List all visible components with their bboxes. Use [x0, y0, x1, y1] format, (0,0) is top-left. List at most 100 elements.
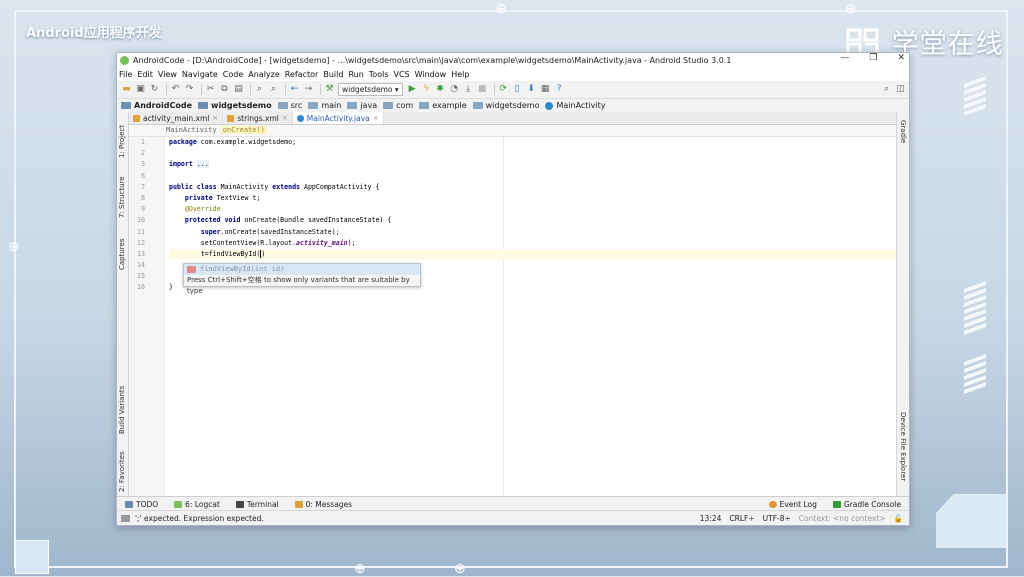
profile-icon[interactable]: ◔ — [449, 84, 460, 95]
java-class-icon — [296, 114, 304, 122]
code-line: 11 super.onCreate(savedInstanceState); — [137, 227, 340, 236]
title-bar: AndroidCode - [D:\AndroidCode] - [widget… — [117, 53, 909, 68]
tab-strings-xml[interactable]: strings.xml × — [223, 112, 293, 124]
tool-tab-project[interactable]: 1: Project — [117, 118, 128, 158]
code-area[interactable]: 1 package com.example.widgetsdemo; 2 3 imp… — [137, 137, 897, 497]
menu-refactor[interactable]: Refactor — [285, 70, 319, 79]
search-everywhere-icon[interactable]: ⌕ — [881, 84, 892, 95]
completion-item[interactable]: findViewById(int id) — [184, 264, 420, 275]
paste-icon[interactable]: ▤ — [233, 84, 244, 95]
toolbar-divider — [250, 84, 251, 95]
copy-icon[interactable]: ⧉ — [219, 84, 230, 95]
close-tab-icon[interactable]: × — [212, 114, 218, 122]
code-editor[interactable]: MainActivity onCreate() 1 package com.exa… — [129, 125, 897, 497]
save-icon[interactable]: ▣ — [135, 84, 146, 95]
help-icon[interactable]: ? — [554, 84, 565, 95]
project-structure-icon[interactable]: ▦ — [540, 84, 551, 95]
breadcrumb-method[interactable]: onCreate() — [220, 126, 267, 134]
tool-tab-structure[interactable]: 7: Structure — [117, 168, 128, 218]
cut-icon[interactable]: ✂ — [205, 84, 216, 95]
breadcrumb-item[interactable]: java — [347, 101, 377, 110]
attach-debugger-icon[interactable]: ⤓ — [463, 84, 474, 95]
tool-tab-device-file-explorer[interactable]: Device File Explorer — [897, 412, 909, 492]
menu-bar: File Edit View Navigate Code Analyze Ref… — [117, 68, 909, 81]
deco-square — [15, 540, 49, 574]
lock-icon[interactable]: 🔓 — [894, 514, 903, 523]
sync-icon[interactable]: ↻ — [149, 84, 160, 95]
menu-build[interactable]: Build — [323, 70, 343, 79]
menu-vcs[interactable]: VCS — [394, 70, 410, 79]
menu-analyze[interactable]: Analyze — [248, 70, 280, 79]
menu-edit[interactable]: Edit — [137, 70, 153, 79]
file-encoding[interactable]: UTF-8÷ — [763, 514, 791, 523]
menu-code[interactable]: Code — [223, 70, 243, 79]
breadcrumb-item[interactable]: src — [277, 101, 302, 110]
breadcrumb-item[interactable]: MainActivity — [545, 101, 605, 110]
close-tab-icon[interactable]: × — [373, 114, 379, 122]
line-separator[interactable]: CRLF÷ — [729, 514, 754, 523]
class-icon — [545, 101, 554, 110]
menu-view[interactable]: View — [158, 70, 177, 79]
tool-tab-gradle[interactable]: Gradle — [897, 120, 909, 160]
tool-tab-build-variants[interactable]: Build Variants — [117, 374, 128, 434]
breadcrumb-item[interactable]: com — [383, 101, 413, 110]
breadcrumb-class[interactable]: MainActivity — [166, 126, 217, 134]
forward-icon[interactable]: → — [303, 84, 314, 95]
code-line: 8 private TextView t; — [141, 193, 261, 202]
stop-icon[interactable]: ■ — [477, 84, 488, 95]
tool-tab-favorites[interactable]: 2: Favorites — [117, 442, 128, 492]
avd-manager-icon[interactable]: ▯ — [512, 84, 523, 95]
folder-icon — [472, 102, 483, 109]
replace-icon[interactable]: ⌕ — [268, 84, 279, 95]
menu-navigate[interactable]: Navigate — [182, 70, 218, 79]
find-icon[interactable]: ⌕ — [254, 84, 265, 95]
run-config-select[interactable]: widgetsdemo ▾ — [338, 83, 403, 96]
frame-right — [1006, 10, 1008, 568]
xml-file-icon — [133, 114, 140, 122]
breadcrumb-item[interactable]: widgetsdemo — [472, 101, 539, 110]
tool-logcat[interactable]: 6: Logcat — [174, 500, 220, 509]
breadcrumb-item[interactable]: main — [308, 101, 341, 110]
menu-tools[interactable]: Tools — [369, 70, 389, 79]
debug-icon[interactable]: ✱ — [435, 84, 446, 95]
close-tab-icon[interactable]: × — [282, 114, 288, 122]
run-icon[interactable]: ▶ — [407, 84, 418, 95]
open-folder-icon[interactable]: ▬ — [121, 84, 132, 95]
maximize-button[interactable]: ❐ — [869, 53, 877, 63]
messages-icon — [294, 500, 303, 508]
undo-icon[interactable]: ↶ — [170, 84, 181, 95]
caret-position[interactable]: 13:24 — [700, 514, 722, 523]
account-icon[interactable]: ◫ — [895, 84, 906, 95]
tool-messages[interactable]: 0: Messages — [294, 500, 352, 509]
code-line: 9 @Override — [141, 205, 221, 214]
tab-activity-main-xml[interactable]: activity_main.xml × — [129, 112, 224, 124]
menu-run[interactable]: Run — [348, 70, 363, 79]
tool-event-log[interactable]: Event Log — [768, 500, 817, 509]
tool-gradle-console[interactable]: Gradle Console — [832, 500, 901, 509]
deco-corner — [936, 494, 1006, 548]
apply-changes-icon[interactable]: ϟ — [421, 84, 432, 95]
tool-terminal[interactable]: Terminal — [235, 500, 279, 509]
tool-todo[interactable]: TODO — [125, 500, 158, 509]
tool-windows-icon[interactable] — [121, 514, 130, 522]
sdk-manager-icon[interactable]: ⬇ — [526, 84, 537, 95]
menu-help[interactable]: Help — [451, 70, 469, 79]
make-project-icon[interactable]: ⚒ — [324, 84, 335, 95]
minimize-button[interactable]: — — [840, 53, 849, 63]
tab-mainactivity-java[interactable]: MainActivity.java × — [292, 112, 384, 124]
course-title: Android应用程序开发 — [26, 26, 162, 41]
back-icon[interactable]: ← — [289, 84, 300, 95]
close-button[interactable]: ✕ — [897, 53, 905, 63]
menu-window[interactable]: Window — [415, 70, 447, 79]
folder-icon — [419, 102, 430, 109]
gradle-sync-icon[interactable]: ⟳ — [498, 84, 509, 95]
breadcrumb-item[interactable]: widgetsdemo — [198, 101, 272, 110]
crosshair-icon: ⊕ — [845, 0, 857, 16]
breadcrumb-item[interactable]: AndroidCode — [121, 101, 192, 110]
redo-icon[interactable]: ↷ — [184, 84, 195, 95]
tool-tab-captures[interactable]: Captures — [117, 230, 128, 270]
deco-stripes — [964, 353, 986, 395]
menu-file[interactable]: File — [119, 70, 132, 79]
breadcrumb-item[interactable]: example — [419, 101, 467, 110]
folder-icon — [198, 102, 209, 109]
